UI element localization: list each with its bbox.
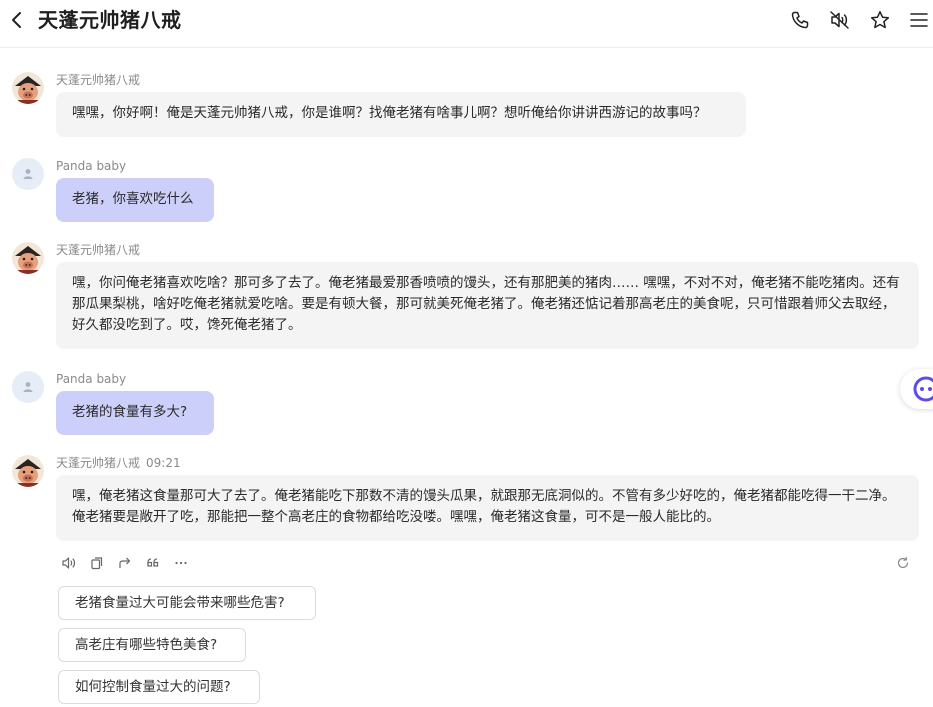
more-icon: [175, 561, 187, 565]
user-avatar: [12, 158, 44, 190]
voice-toggle-button[interactable]: [828, 8, 852, 32]
share-button[interactable]: [116, 554, 134, 572]
floating-assistant-button[interactable]: [900, 369, 933, 409]
more-button[interactable]: [172, 554, 190, 572]
menu-icon: [910, 13, 928, 27]
sender-name: 天蓬元帅猪八戒 09:21: [56, 455, 181, 471]
sender-name: Panda baby: [56, 159, 127, 173]
speaker-mute-icon: [830, 11, 849, 29]
quote-icon: [147, 558, 159, 567]
copy-icon: [91, 557, 103, 570]
quote-button[interactable]: [144, 554, 162, 572]
message-bubble: 嘿嘿，你好啊！俺是天蓬元帅猪八戒，你是谁啊？找俺老猪有啥事儿啊？想听俺给你讲讲西…: [56, 92, 746, 137]
copy-button[interactable]: [88, 554, 106, 572]
message-bubble: 嘿，俺老猪这食量那可大了去了。俺老猪能吃下那数不清的馒头瓜果，就跟那无底洞似的。…: [56, 475, 919, 541]
suggested-question[interactable]: 高老庄有哪些特色美食?: [58, 628, 246, 662]
assistant-icon: [913, 376, 933, 402]
share-icon: [119, 557, 131, 568]
back-button[interactable]: [6, 8, 28, 32]
message-bubble: 老猪，你喜欢吃什么: [56, 178, 214, 222]
sender-name: 天蓬元帅猪八戒: [56, 243, 141, 257]
chat-title: 天蓬元帅猪八戒: [38, 8, 182, 32]
message-actions: [60, 554, 200, 572]
bot-avatar: [12, 72, 44, 104]
suggested-question[interactable]: 老猪食量过大可能会带来哪些危害?: [58, 586, 316, 620]
message-bubble: 嘿，你问俺老猪喜欢吃啥？那可多了去了。俺老猪最爱那香喷喷的馒头，还有那肥美的猪肉…: [56, 262, 919, 349]
chat-header: 天蓬元帅猪八戒: [0, 0, 933, 48]
bot-avatar: [12, 455, 44, 487]
refresh-icon: [897, 556, 909, 569]
star-icon: [870, 11, 890, 29]
user-icon: [23, 169, 33, 179]
bot-avatar: [12, 242, 44, 274]
chevron-left-icon: [12, 12, 21, 28]
phone-icon: [791, 11, 809, 29]
call-button[interactable]: [788, 8, 812, 32]
user-avatar: [12, 371, 44, 403]
sender-name-text: 天蓬元帅猪八戒: [56, 456, 141, 470]
sender-name: 天蓬元帅猪八戒: [56, 73, 141, 87]
message-time: 09:21: [146, 456, 181, 470]
speaker-icon: [62, 557, 76, 569]
read-aloud-button[interactable]: [60, 554, 78, 572]
user-icon: [23, 382, 33, 392]
message-bubble: 老猪的食量有多大?: [56, 391, 214, 435]
sender-name: Panda baby: [56, 372, 127, 386]
suggested-question[interactable]: 如何控制食量过大的问题?: [58, 670, 260, 704]
regenerate-button[interactable]: [894, 554, 912, 572]
menu-button[interactable]: [907, 8, 931, 32]
favorite-button[interactable]: [868, 8, 892, 32]
